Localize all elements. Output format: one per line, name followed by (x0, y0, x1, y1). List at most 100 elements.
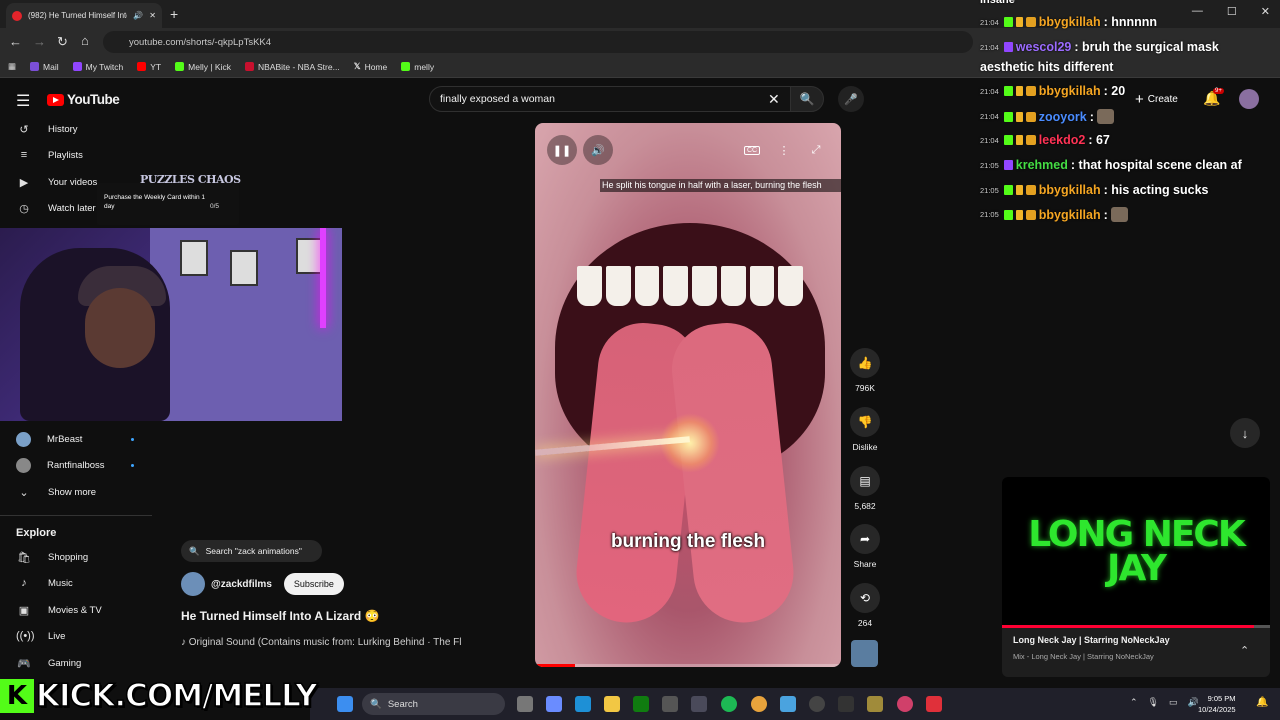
chat-username[interactable]: bbygkillah (1039, 208, 1101, 222)
chat-username[interactable]: wescol29 (1016, 40, 1072, 54)
forward-icon[interactable]: → (33, 34, 46, 49)
app-icon[interactable] (897, 696, 913, 712)
notification-center-icon[interactable]: 🔔 (1256, 697, 1268, 708)
sidebar-item-your-videos[interactable]: ▶ Your videos (16, 170, 98, 194)
obs-icon[interactable] (662, 696, 678, 712)
windows-start-icon[interactable] (337, 696, 353, 712)
bookmark-kick[interactable]: Melly | Kick (175, 62, 231, 72)
chat-username[interactable]: zooyork (1039, 110, 1087, 124)
bookmark-nbabite[interactable]: NBABite - NBA Stre... (244, 62, 340, 72)
search-input[interactable]: finally exposed a woman (429, 86, 791, 112)
bookmark-melly[interactable]: melly (401, 62, 434, 72)
media-player-icon[interactable] (809, 696, 825, 712)
task-view-icon[interactable] (517, 696, 533, 712)
sidebar-show-more[interactable]: ⌄ Show more (16, 480, 96, 504)
captions-button[interactable]: CC (737, 135, 767, 165)
clear-search-icon[interactable]: ✕ (768, 91, 780, 108)
dislike-button[interactable]: 👎 Dislike (850, 407, 880, 452)
app-icon[interactable] (867, 696, 883, 712)
now-playing-panel[interactable]: LONG NECK JAY Long Neck Jay | Starring N… (1002, 477, 1270, 677)
sidebar-sub-rantfinalboss[interactable]: Rantfinalboss (16, 453, 134, 477)
sidebar-sub-mrbeast[interactable]: MrBeast (16, 427, 134, 451)
more-options-button[interactable]: ⋮ (769, 135, 799, 165)
store-icon[interactable] (691, 696, 707, 712)
spotify-icon[interactable] (721, 696, 737, 712)
network-icon[interactable]: ▭ (1169, 697, 1178, 708)
recording-app-icon[interactable] (926, 696, 942, 712)
now-playing-progress[interactable] (1002, 625, 1270, 628)
related-search-chip[interactable]: 🔍 Search "zack animations" (181, 540, 322, 562)
chat-username[interactable]: leekdo2 (1039, 133, 1086, 147)
pause-button[interactable]: ❚❚ (547, 135, 577, 165)
sidebar-item-watch-later[interactable]: ◷ Watch later (16, 196, 96, 220)
fullscreen-button[interactable]: ⤢ (801, 135, 831, 165)
volume-button[interactable]: 🔊 (583, 135, 613, 165)
remix-button[interactable]: ⟲ 264 (850, 583, 880, 628)
now-playing-title: Long Neck Jay | Starring NoNeckJay (1013, 635, 1170, 645)
bookmark-mail[interactable]: Mail (30, 62, 59, 72)
shorts-video-player[interactable]: ❚❚ 🔊 CC ⋮ ⤢ He split his tongue in half … (535, 123, 841, 667)
sidebar-item-music[interactable]: ♪ Music (16, 571, 73, 595)
channel-avatar[interactable] (181, 572, 205, 596)
sidebar-item-playlists[interactable]: ≡ Playlists (16, 143, 83, 167)
youtube-logo[interactable]: YouTube (47, 92, 120, 107)
hamburger-menu-icon[interactable]: ☰ (16, 91, 30, 111)
xbox-icon[interactable] (633, 696, 649, 712)
sidebar-item-history[interactable]: ↺ History (16, 117, 77, 141)
taskbar-search[interactable]: 🔍 Search (362, 693, 505, 715)
chat-text: : (1103, 207, 1108, 222)
app-icon[interactable] (838, 696, 854, 712)
chat-username[interactable]: bbygkillah (1039, 15, 1101, 29)
comments-button[interactable]: ▤ 5,682 (850, 466, 880, 511)
mic-icon[interactable]: 🎙 (1148, 697, 1159, 708)
sidebar-item-gaming[interactable]: 🎮 Gaming (16, 651, 81, 675)
channel-thumbnail[interactable] (851, 640, 878, 667)
close-window-icon[interactable]: ✕ (1261, 5, 1270, 18)
bookmark-twitch[interactable]: My Twitch (72, 62, 123, 72)
chat-username[interactable]: krehmed (1016, 158, 1068, 172)
chat-username[interactable]: bbygkillah (1039, 84, 1101, 98)
maximize-icon[interactable]: ☐ (1227, 5, 1237, 18)
browser-tab[interactable]: (982) He Turned Himself Into 🔊 ✕ (6, 3, 162, 28)
search-icon: 🔍 (370, 698, 382, 710)
minimize-icon[interactable]: — (1192, 5, 1203, 18)
video-progress-bar[interactable] (535, 664, 841, 667)
chat-username[interactable]: bbygkillah (1039, 183, 1101, 197)
apps-icon[interactable]: ▦ (8, 61, 16, 72)
create-button[interactable]: + Create (1127, 88, 1193, 110)
address-bar[interactable]: youtube.com/shorts/-qkpLpTsKK4 (103, 31, 973, 53)
copilot-icon[interactable] (546, 696, 562, 712)
new-tab-button[interactable]: + (170, 6, 178, 22)
kick-platform-icon (1003, 135, 1013, 145)
sidebar-item-movies[interactable]: ▣ Movies & TV (16, 598, 102, 622)
channel-avatar (16, 457, 31, 473)
video-sound-link[interactable]: ♪ Original Sound (Contains music from: L… (181, 637, 481, 648)
tab-close-icon[interactable]: ✕ (149, 11, 156, 20)
account-avatar[interactable] (1239, 89, 1259, 109)
like-button[interactable]: 👍 796K (850, 348, 880, 393)
taskbar-clock[interactable]: 9:05 PM 10/24/2025 (1198, 693, 1236, 715)
sidebar-item-shopping[interactable]: 🛍 Shopping (16, 545, 88, 569)
bookmark-yt[interactable]: YT (137, 62, 161, 72)
file-explorer-icon[interactable] (604, 696, 620, 712)
channel-name[interactable]: @zackdfilms (211, 579, 272, 590)
x-icon: 𝕏 (353, 61, 361, 71)
back-icon[interactable]: ← (9, 34, 22, 49)
next-video-button[interactable]: ↓ (1230, 418, 1260, 448)
edge-icon[interactable] (575, 696, 591, 712)
bookmark-x-home[interactable]: 𝕏 Home (354, 61, 388, 72)
chat-timestamp: 21:05 (980, 160, 999, 170)
home-icon[interactable]: ⌂ (81, 33, 89, 48)
voice-search-button[interactable]: 🎤 (838, 86, 864, 112)
subscribe-button[interactable]: Subscribe (283, 573, 344, 595)
chrome-icon[interactable] (751, 696, 767, 712)
chat-text: : 20 (1103, 84, 1126, 98)
photos-icon[interactable] (780, 696, 796, 712)
search-button[interactable]: 🔍 (790, 86, 824, 112)
kick-platform-icon (1003, 17, 1013, 27)
sidebar-item-live[interactable]: ((•)) Live (16, 624, 65, 648)
share-button[interactable]: ➦ Share (850, 524, 880, 569)
reload-icon[interactable]: ↻ (57, 34, 68, 50)
chevron-up-icon[interactable]: ⌃ (1130, 697, 1138, 708)
chevron-up-icon[interactable]: ⌃ (1240, 644, 1249, 657)
